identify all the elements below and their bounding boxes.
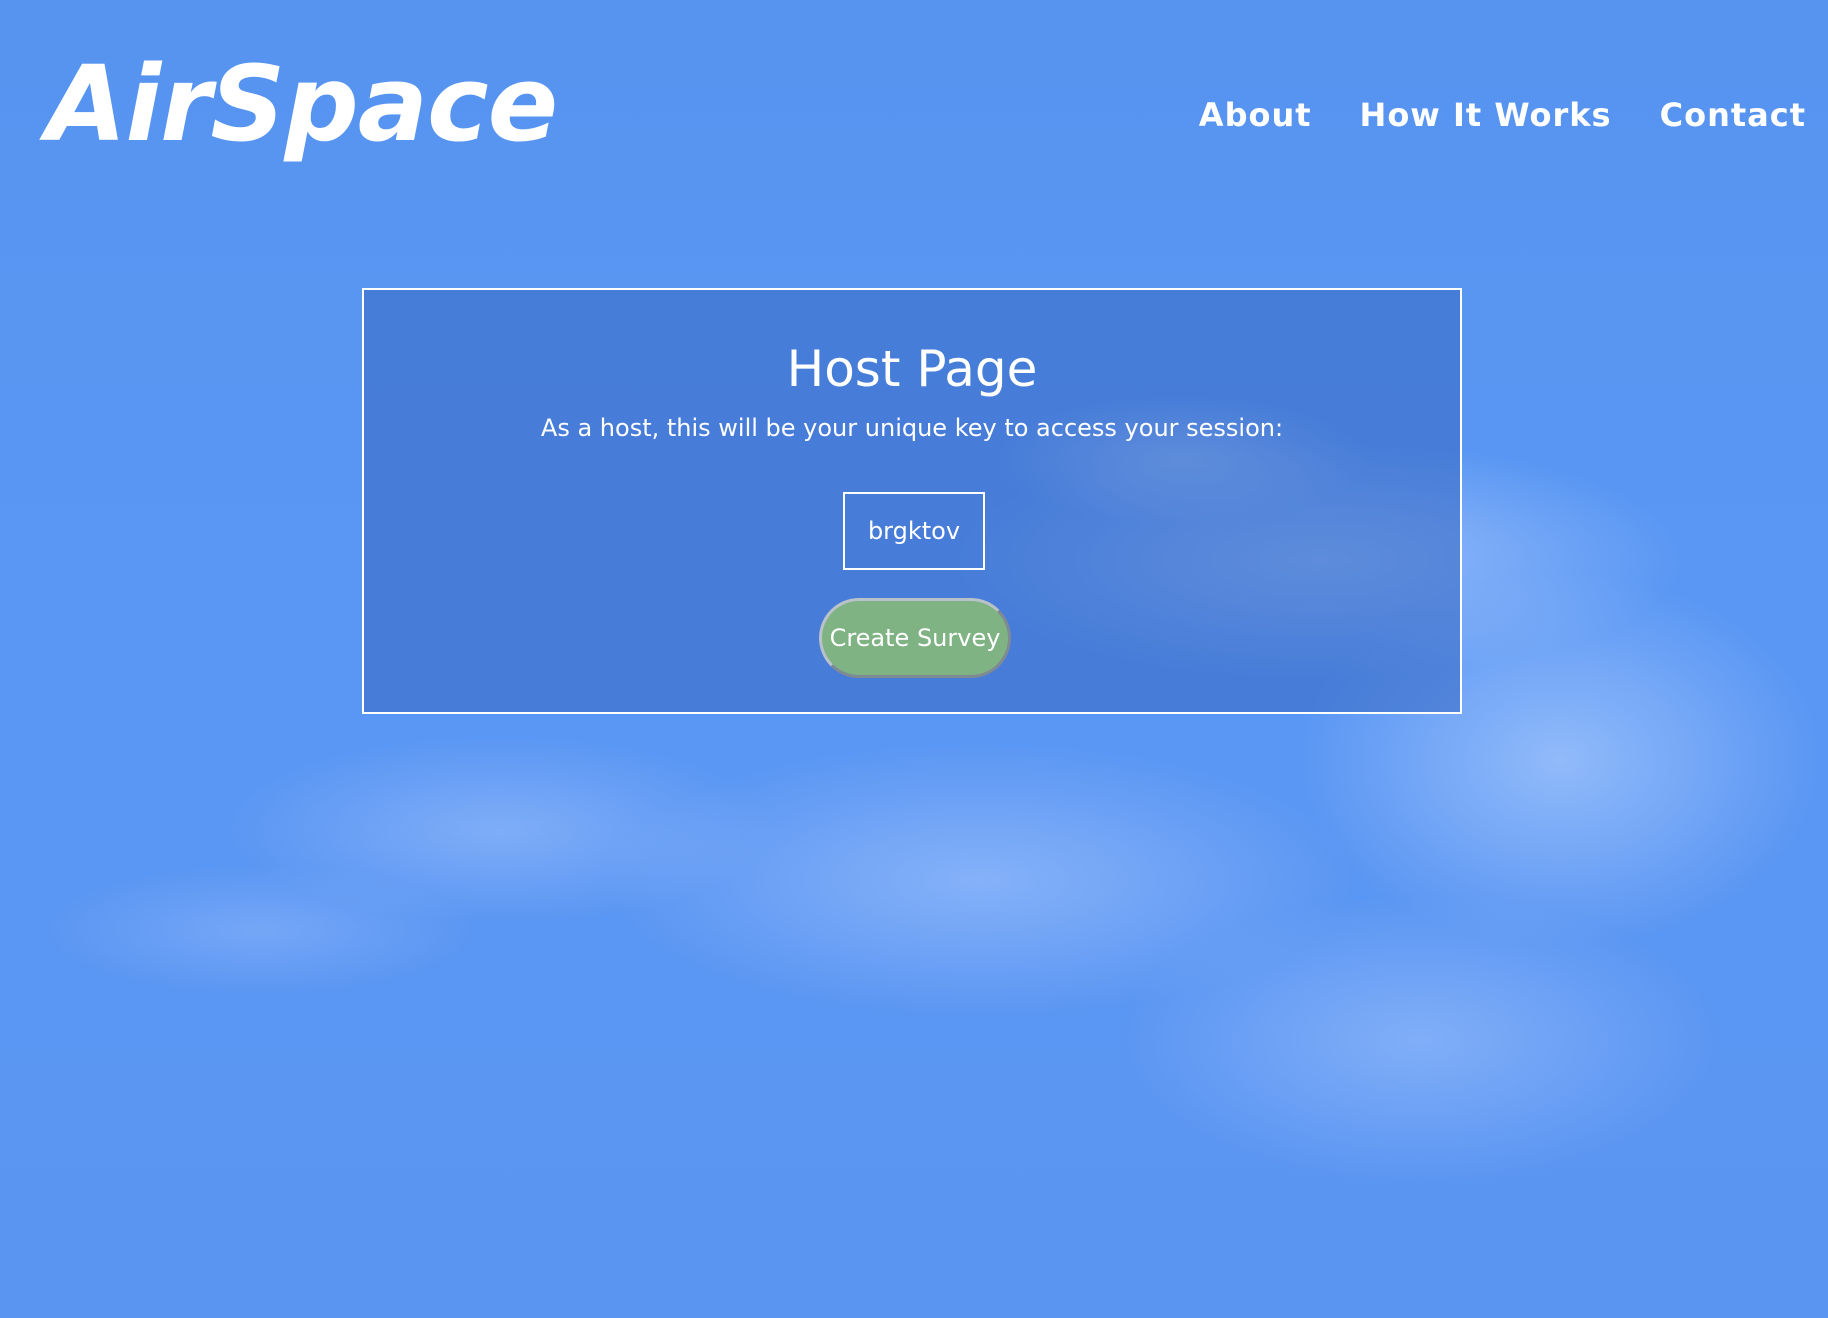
session-key-instructions: As a host, this will be your unique key … (540, 414, 1284, 442)
airspace-logo[interactable]: AirSpace (46, 52, 558, 156)
host-panel: Host Page As a host, this will be your u… (362, 288, 1462, 714)
main-nav: About How It Works Contact (1199, 96, 1806, 134)
create-survey-button[interactable]: Create Survey (819, 598, 1011, 678)
nav-how-it-works-link[interactable]: How It Works (1360, 96, 1612, 134)
nav-about-link[interactable]: About (1199, 96, 1312, 134)
page-title: Host Page (786, 340, 1038, 398)
session-key-box: brgktov (843, 492, 985, 570)
site-header: AirSpace About How It Works Contact (0, 0, 1828, 200)
nav-contact-link[interactable]: Contact (1660, 96, 1806, 134)
